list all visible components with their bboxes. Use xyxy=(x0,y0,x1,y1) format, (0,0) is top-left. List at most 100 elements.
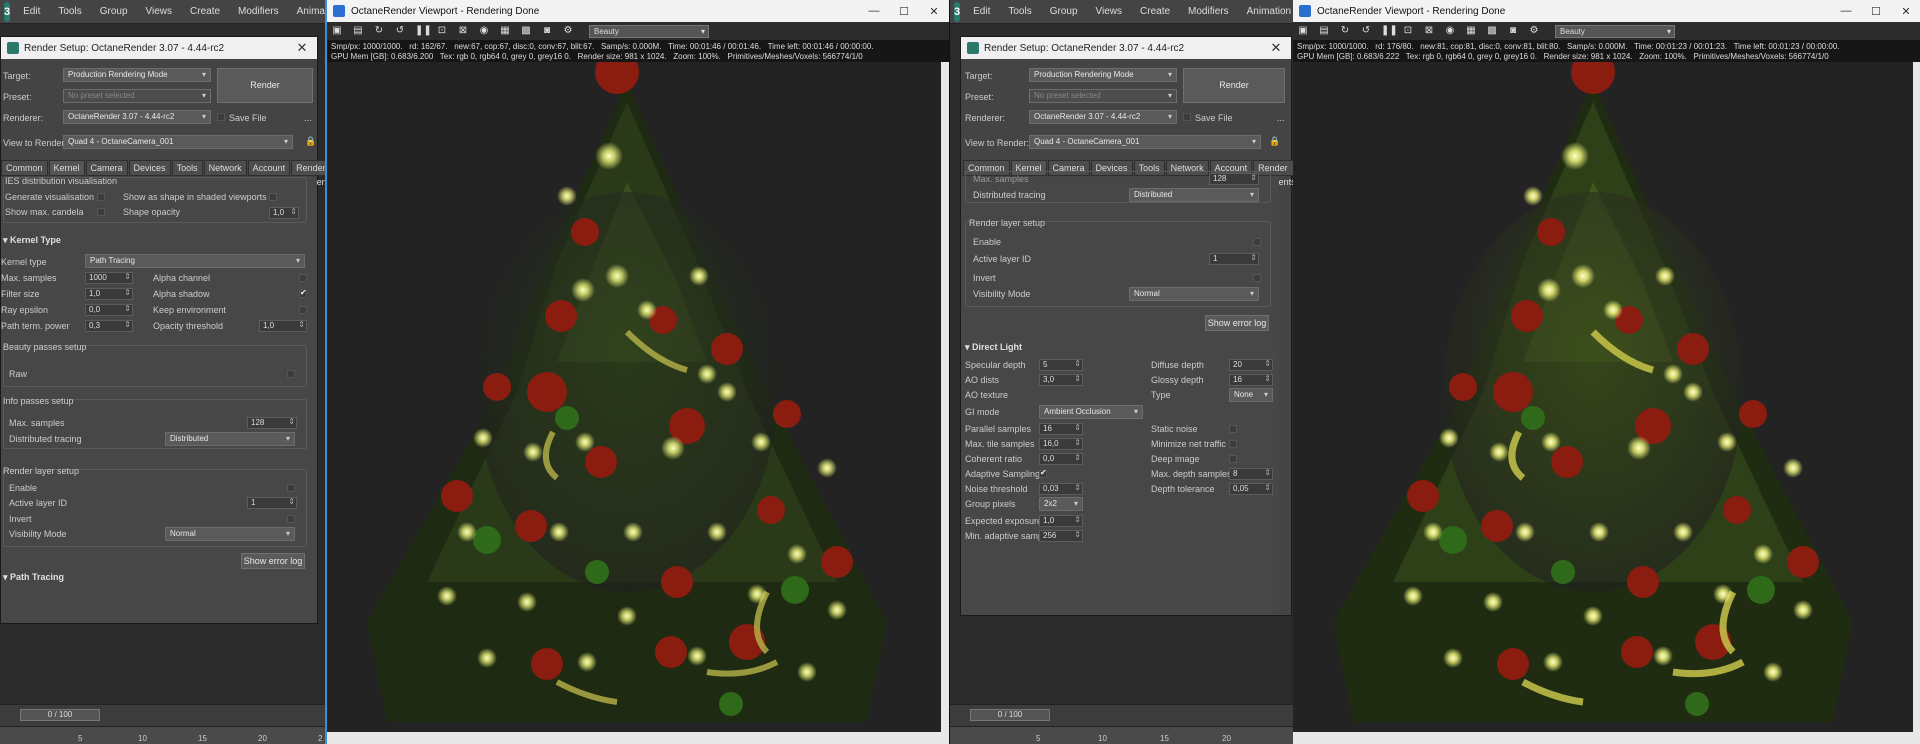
menu-views[interactable]: Views xyxy=(137,0,182,24)
horizontal-scrollbar[interactable] xyxy=(1293,732,1920,744)
save-image-icon[interactable]: ▣ xyxy=(331,25,343,37)
preset-select[interactable]: No preset selected xyxy=(1029,89,1177,103)
save-file-checkbox[interactable] xyxy=(217,113,225,121)
rendered-image[interactable] xyxy=(327,62,941,732)
menu-create[interactable]: Create xyxy=(181,0,229,24)
adaptive-sampling-checkbox[interactable] xyxy=(1039,468,1047,478)
raw-checkbox[interactable] xyxy=(287,370,295,378)
minimize-net-checkbox[interactable] xyxy=(1229,440,1237,448)
glossy-depth-spinner[interactable]: 16 xyxy=(1229,374,1273,386)
filter-size-spinner[interactable]: 1,0 xyxy=(85,288,133,300)
color-picker-icon[interactable]: ◉ xyxy=(478,25,490,37)
menu-group[interactable]: Group xyxy=(91,0,137,24)
pause-icon[interactable]: ❚❚ xyxy=(1381,25,1398,37)
menu-group[interactable]: Group xyxy=(1041,0,1087,24)
menu-edit[interactable]: Edit xyxy=(964,0,999,24)
tab-camera[interactable]: Camera xyxy=(85,160,128,176)
maximize-icon[interactable]: ☐ xyxy=(1861,5,1891,18)
menu-views[interactable]: Views xyxy=(1087,0,1132,24)
invert-checkbox[interactable] xyxy=(1253,274,1261,282)
noise-threshold-spinner[interactable]: 0,03 xyxy=(1039,483,1083,495)
start-icon[interactable]: ↺ xyxy=(394,25,406,37)
tab-tools[interactable]: Tools xyxy=(171,160,203,176)
close-icon[interactable]: ✕ xyxy=(1261,40,1291,56)
maximize-icon[interactable]: ☐ xyxy=(889,5,919,18)
save-file-checkbox[interactable] xyxy=(1183,113,1191,121)
horizontal-scrollbar[interactable] xyxy=(327,732,949,744)
visibility-mode-select[interactable]: Normal xyxy=(165,527,295,541)
gi-mode-select[interactable]: Ambient Occlusion xyxy=(1039,405,1143,419)
depth-tolerance-spinner[interactable]: 0,05 xyxy=(1229,483,1273,495)
view-to-render-select[interactable]: Quad 4 - OctaneCamera_001 xyxy=(1029,135,1261,149)
show-max-candela-checkbox[interactable] xyxy=(97,208,105,216)
enable-checkbox[interactable] xyxy=(287,484,295,492)
restart-icon[interactable]: ↻ xyxy=(373,25,385,37)
view-to-render-select[interactable]: Quad 4 - OctaneCamera_001 xyxy=(63,135,293,149)
menu-animation[interactable]: Animation xyxy=(1238,0,1300,24)
settings-gear-icon[interactable]: ⚙ xyxy=(562,25,574,37)
direct-light-section[interactable]: ▾ Direct Light xyxy=(965,342,1022,353)
generate-vis-checkbox[interactable] xyxy=(97,193,105,201)
film-region-icon[interactable]: ⊠ xyxy=(1423,25,1435,37)
path-term-spinner[interactable]: 0,3 xyxy=(85,320,133,332)
timeline-ruler[interactable]: 5 10 15 20 2 xyxy=(0,726,326,744)
target-select[interactable]: Production Rendering Mode xyxy=(1029,68,1177,82)
frame-counter[interactable]: 0 / 100 xyxy=(970,709,1050,721)
renderer-select[interactable]: OctaneRender 3.07 - 4.44-rc2 xyxy=(1029,110,1177,124)
vertical-scrollbar[interactable] xyxy=(941,62,949,732)
menu-tools[interactable]: Tools xyxy=(999,0,1040,24)
timeline-slider[interactable]: 0 / 100 xyxy=(0,704,326,726)
kernel-type-select[interactable]: Path Tracing xyxy=(85,254,305,268)
camera-icon[interactable]: ◙ xyxy=(1507,25,1519,37)
ao-dists-spinner[interactable]: 3,0 xyxy=(1039,374,1083,386)
pause-icon[interactable]: ❚❚ xyxy=(415,25,432,37)
copy-image-icon[interactable]: ▤ xyxy=(352,25,364,37)
menu-tools[interactable]: Tools xyxy=(49,0,90,24)
camera-icon[interactable]: ◙ xyxy=(541,25,553,37)
visibility-mode-select[interactable]: Normal xyxy=(1129,287,1259,301)
diffuse-depth-spinner[interactable]: 20 xyxy=(1229,359,1273,371)
render-button[interactable]: Render xyxy=(1183,68,1285,103)
material-picker-icon[interactable]: ▦ xyxy=(499,25,511,37)
minimize-icon[interactable]: — xyxy=(1831,5,1861,17)
menu-edit[interactable]: Edit xyxy=(14,0,49,24)
info-max-samples-spinner[interactable]: 128 xyxy=(247,417,297,429)
close-icon[interactable]: ✕ xyxy=(919,5,949,18)
color-picker-icon[interactable]: ◉ xyxy=(1444,25,1456,37)
timeline-slider[interactable]: 0 / 100 xyxy=(950,704,1295,726)
parallel-samples-spinner[interactable]: 16 xyxy=(1039,423,1083,435)
tab-kernel[interactable]: Kernel xyxy=(48,160,85,176)
settings-gear-icon[interactable]: ⚙ xyxy=(1528,25,1540,37)
tab-devices[interactable]: Devices xyxy=(128,160,171,176)
more-icon[interactable]: ... xyxy=(304,113,312,123)
vertical-scrollbar[interactable] xyxy=(1913,62,1920,732)
active-layer-spinner[interactable]: 1 xyxy=(247,497,297,509)
display-icon[interactable]: ▩ xyxy=(1486,25,1498,37)
keep-env-checkbox[interactable] xyxy=(299,306,307,314)
lock-icon[interactable]: 🔒 xyxy=(305,136,316,147)
tab-common[interactable]: Common xyxy=(1,160,48,176)
lock-icon[interactable]: 🔒 xyxy=(1269,136,1280,147)
timeline-ruler[interactable]: 5 10 15 20 xyxy=(950,726,1295,744)
frame-counter[interactable]: 0 / 100 xyxy=(20,709,100,721)
restart-icon[interactable]: ↻ xyxy=(1339,25,1351,37)
type-select[interactable]: None xyxy=(1229,388,1273,402)
kernel-type-section[interactable]: ▾ Kernel Type xyxy=(3,235,61,246)
rendered-image[interactable] xyxy=(1293,62,1913,732)
ray-epsilon-spinner[interactable]: 0,0 xyxy=(85,304,133,316)
min-adaptive-spinner[interactable]: 256 xyxy=(1039,530,1083,542)
save-image-icon[interactable]: ▣ xyxy=(1297,25,1309,37)
show-shape-checkbox[interactable] xyxy=(269,193,277,201)
region-icon[interactable]: ⊡ xyxy=(436,25,448,37)
preset-select[interactable]: No preset selected xyxy=(63,89,211,103)
render-pass-select[interactable]: Beauty xyxy=(1555,24,1675,38)
menu-modifiers[interactable]: Modifiers xyxy=(1179,0,1238,24)
copy-image-icon[interactable]: ▤ xyxy=(1318,25,1330,37)
display-icon[interactable]: ▩ xyxy=(520,25,532,37)
renderer-select[interactable]: OctaneRender 3.07 - 4.44-rc2 xyxy=(63,110,211,124)
tab-network[interactable]: Network xyxy=(203,160,247,176)
menu-create[interactable]: Create xyxy=(1131,0,1179,24)
material-picker-icon[interactable]: ▦ xyxy=(1465,25,1477,37)
render-pass-select[interactable]: Beauty xyxy=(589,24,709,38)
region-icon[interactable]: ⊡ xyxy=(1402,25,1414,37)
